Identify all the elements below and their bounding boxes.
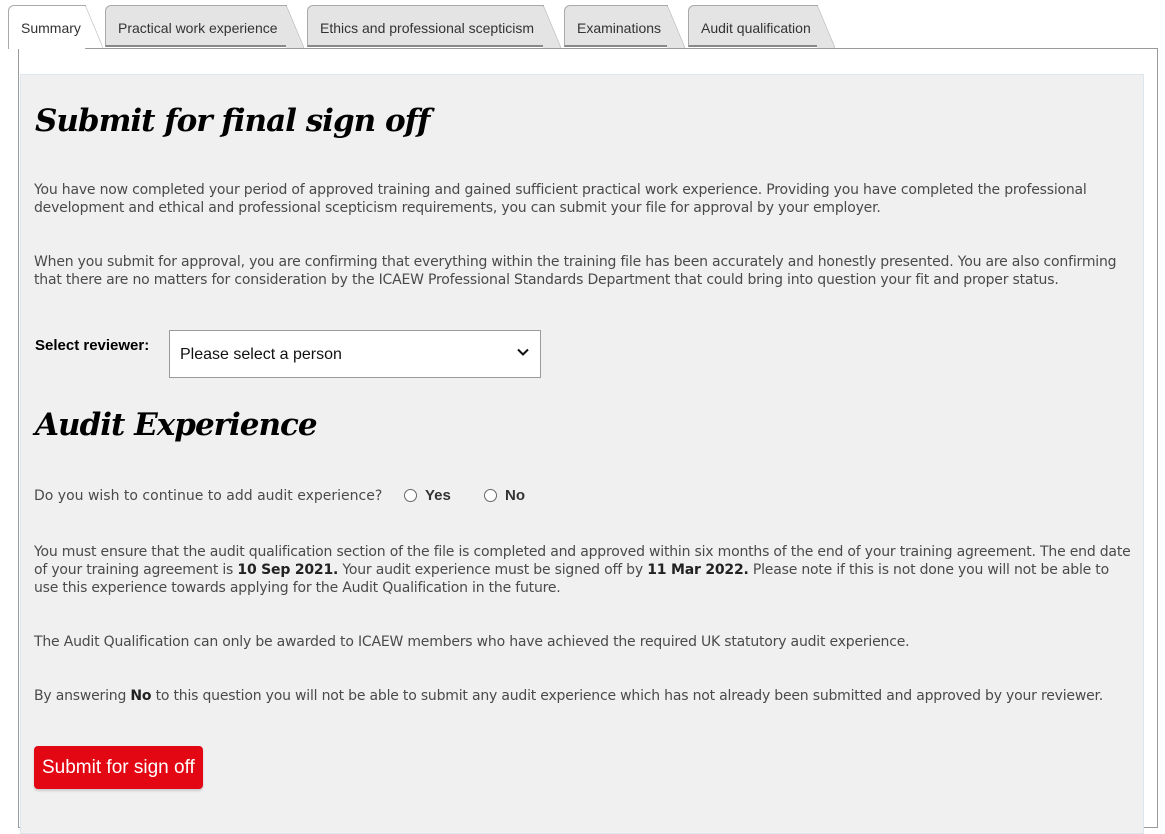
audit-experience-title: Audit Experience [35, 407, 318, 443]
tab-practical-work-experience[interactable]: Practical work experience [105, 5, 304, 48]
audit-deadline-text: You must ensure that the audit qualifica… [34, 543, 1134, 597]
tab-audit-qualification[interactable]: Audit qualification [688, 5, 835, 48]
tab-summary[interactable]: Summary [8, 5, 103, 49]
radio-circle-icon[interactable] [484, 489, 497, 502]
signoff-date: 11 Mar 2022. [647, 562, 749, 578]
radio-no[interactable]: No [484, 487, 525, 504]
submit-title: Submit for final sign off [35, 103, 430, 139]
tab-label: Audit qualification [701, 20, 811, 36]
tab-label: Summary [21, 20, 81, 36]
submit-confirmation-text: When you submit for approval, you are co… [34, 254, 1117, 288]
audit-question: Do you wish to continue to add audit exp… [34, 488, 383, 504]
chevron-down-icon [517, 348, 529, 356]
summary-panel: Submit for final sign off You have now c… [20, 74, 1144, 834]
submit-intro-text: You have now completed your period of ap… [34, 182, 1087, 216]
tab-examinations[interactable]: Examinations [564, 5, 685, 48]
reviewer-select-value: Please select a person [180, 346, 342, 363]
radio-yes-label: Yes [425, 487, 451, 504]
text: By answering [34, 688, 131, 704]
radio-yes[interactable]: Yes [404, 487, 451, 504]
radio-no-label: No [505, 487, 525, 504]
end-date: 10 Sep 2021. [237, 562, 339, 578]
text-bold: No [130, 688, 152, 704]
tab-label: Ethics and professional scepticism [320, 20, 534, 36]
tab-bar: Summary Practical work experience Ethics… [8, 5, 1158, 49]
text: Your audit experience must be signed off… [338, 562, 648, 578]
reviewer-select[interactable]: Please select a person [169, 330, 541, 378]
tab-ethics-professional-scepticism[interactable]: Ethics and professional scepticism [307, 5, 561, 48]
answer-no-warning-text: By answering No to this question you wil… [34, 687, 1134, 705]
audit-qualification-text: The Audit Qualification can only be awar… [34, 634, 910, 650]
radio-circle-icon[interactable] [404, 489, 417, 502]
submit-for-sign-off-button[interactable]: Submit for sign off [34, 746, 203, 789]
text: to this question you will not be able to… [151, 688, 1104, 704]
tab-content: Submit for final sign off You have now c… [18, 48, 1158, 834]
tab-label: Examinations [577, 20, 662, 36]
reviewer-label: Select reviewer: [35, 337, 150, 354]
tab-label: Practical work experience [118, 20, 278, 36]
